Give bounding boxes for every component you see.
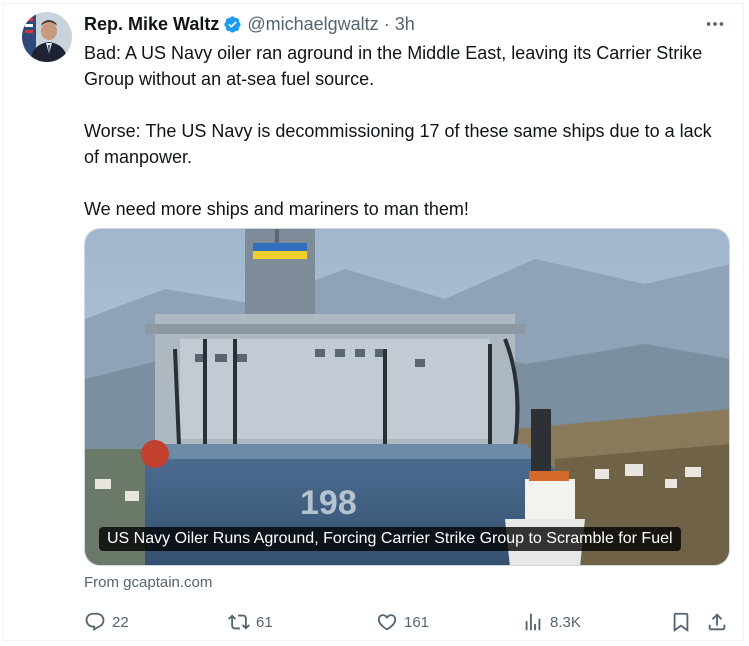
avatar[interactable] — [22, 12, 72, 62]
hull-number: 198 — [300, 484, 357, 522]
share-button[interactable] — [706, 608, 728, 636]
reply-button[interactable]: 22 — [84, 608, 129, 636]
separator-dot: · — [383, 13, 390, 34]
link-card-source[interactable]: From gcaptain.com — [84, 574, 212, 591]
repost-count: 61 — [256, 613, 273, 631]
like-button[interactable]: 161 — [376, 608, 429, 636]
repost-icon — [228, 614, 250, 630]
author-handle[interactable]: @michaelgwaltz — [247, 14, 378, 35]
views-button[interactable]: 8.3K — [522, 608, 581, 636]
link-card-image[interactable]: 198 US Navy Oiler Runs Aground, Forcing … — [84, 228, 730, 566]
like-count: 161 — [404, 613, 430, 631]
tweet-paragraph: Bad: A US Navy oiler ran aground in the … — [84, 43, 703, 89]
avatar-image — [22, 12, 72, 62]
tweet-header: Rep. Mike Waltz @michaelgwaltz · 3h — [84, 12, 415, 36]
reply-icon — [85, 612, 105, 631]
tweet-text: Bad: A US Navy oiler ran aground in the … — [84, 40, 724, 222]
like-icon — [377, 614, 397, 631]
link-card-caption: US Navy Oiler Runs Aground, Forcing Carr… — [99, 527, 681, 551]
author-name[interactable]: Rep. Mike Waltz — [84, 14, 219, 35]
repost-button[interactable]: 61 — [228, 608, 273, 636]
reply-count: 22 — [112, 613, 129, 631]
verified-badge-icon — [223, 15, 242, 34]
more-icon[interactable] — [703, 14, 727, 34]
share-icon — [708, 613, 726, 631]
bookmark-button[interactable] — [670, 608, 692, 636]
action-bar: 22 61 161 8.3K — [0, 608, 749, 636]
views-count: 8.3K — [550, 613, 581, 631]
tweet-paragraph: Worse: The US Navy is decommissioning 17… — [84, 121, 712, 167]
bookmark-icon — [673, 612, 689, 633]
ship-photo: 198 — [85, 229, 729, 565]
tweet-timestamp[interactable]: 3h — [395, 14, 415, 35]
tweet-paragraph: We need more ships and mariners to man t… — [84, 199, 469, 219]
views-icon — [525, 613, 541, 631]
